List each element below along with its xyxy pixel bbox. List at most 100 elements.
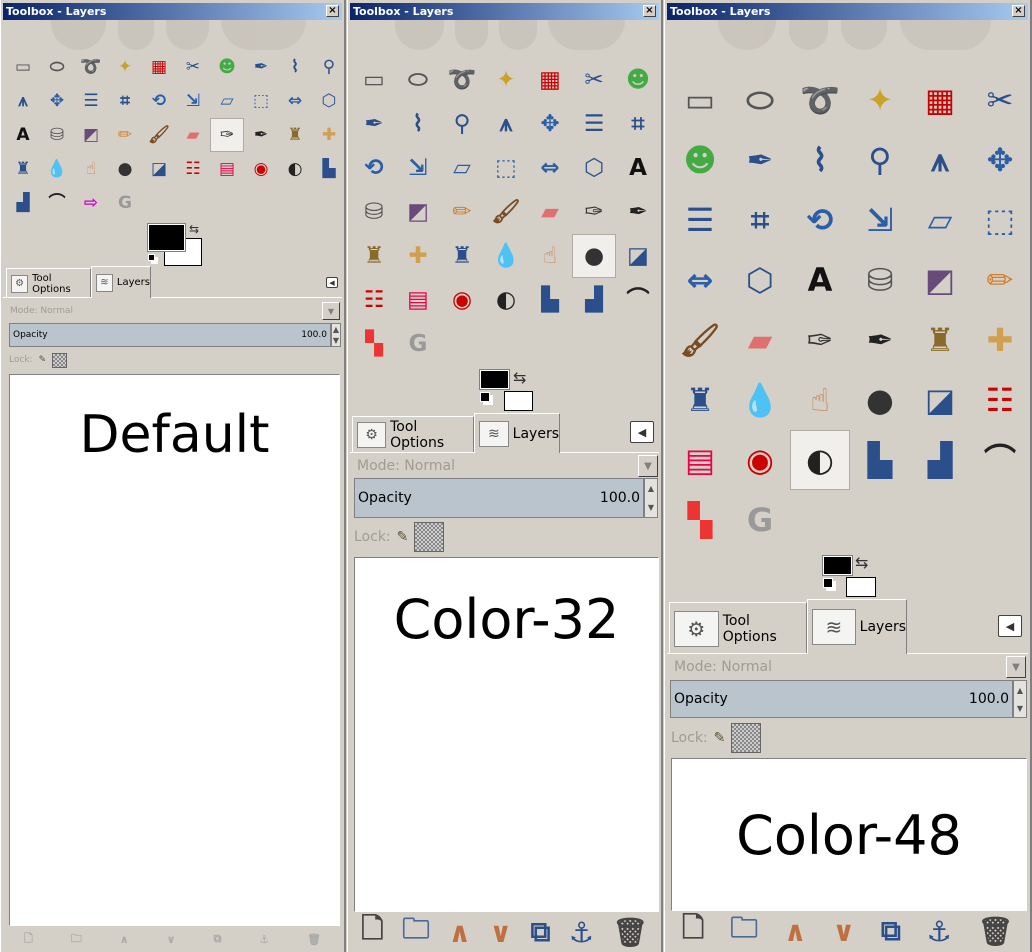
gegl-tool-icon[interactable]: G xyxy=(396,322,440,366)
raise-layer-icon[interactable]: ∧ xyxy=(784,915,807,948)
crop-tool-icon[interactable]: ⌗ xyxy=(730,190,790,250)
paths-tool-icon[interactable]: ✒ xyxy=(244,50,278,84)
eraser-tool-icon[interactable]: ▰ xyxy=(528,190,572,234)
curves-tool-icon[interactable]: ⌒ xyxy=(40,186,74,220)
eraser-tool-icon[interactable]: ▰ xyxy=(730,310,790,370)
align-tool-icon[interactable]: ☰ xyxy=(74,84,108,118)
heal-tool-icon[interactable]: ✚ xyxy=(396,234,440,278)
text-tool-icon[interactable]: A xyxy=(6,118,40,152)
free-select-tool-icon[interactable]: ➰ xyxy=(440,58,484,102)
gegl-tool-icon[interactable]: G xyxy=(108,186,142,220)
eraser-tool-icon[interactable]: ▰ xyxy=(176,118,210,152)
free-select-tool-icon[interactable]: ➰ xyxy=(790,70,850,130)
move-tool-icon[interactable]: ✥ xyxy=(970,130,1030,190)
new-layer-group-icon[interactable]: 🗀 xyxy=(71,930,82,949)
pencil-tool-icon[interactable]: ✏ xyxy=(440,190,484,234)
new-layer-icon[interactable]: 🗋 xyxy=(24,930,33,949)
desaturate-tool-icon[interactable]: ◪ xyxy=(142,152,176,186)
paintbrush-tool-icon[interactable]: 🖌 xyxy=(670,310,730,370)
colorize-tool-icon[interactable]: ◉ xyxy=(730,430,790,490)
delete-layer-icon[interactable]: 🗑 xyxy=(978,915,1014,948)
title-bar[interactable]: Toolbox - Layers × xyxy=(350,3,659,20)
crop-tool-icon[interactable]: ⌗ xyxy=(616,102,660,146)
background-color-swatch[interactable] xyxy=(846,577,876,597)
opacity-spinner[interactable]: ▲ ▼ xyxy=(1013,680,1027,718)
blend-tool-icon[interactable]: ◩ xyxy=(910,250,970,310)
bucket-fill-tool-icon[interactable]: ⛁ xyxy=(40,118,74,152)
dodge-burn-tool-icon[interactable]: ● xyxy=(108,152,142,186)
mode-dropdown-button[interactable]: ▼ xyxy=(638,455,658,477)
opacity-slider[interactable]: Opacity 100.0 xyxy=(354,478,644,518)
measure-tool-icon[interactable]: ⩚ xyxy=(910,130,970,190)
posterize-tool-icon[interactable]: ▚ xyxy=(670,490,730,550)
tab-layers[interactable]: ≋ Layers xyxy=(807,599,907,654)
default-colors-icon[interactable] xyxy=(823,578,833,588)
brightness-contrast-tool-icon[interactable]: ◐ xyxy=(790,430,850,490)
layers-list[interactable]: Color-32 xyxy=(354,557,659,912)
title-bar[interactable]: Toolbox - Layers × xyxy=(667,3,1028,20)
color-balance-tool-icon[interactable]: ☷ xyxy=(176,152,210,186)
zoom-tool-icon[interactable]: ⚲ xyxy=(850,130,910,190)
select-by-color-tool-icon[interactable]: ▦ xyxy=(142,50,176,84)
blur-tool-icon[interactable]: 💧 xyxy=(484,234,528,278)
new-layer-icon[interactable]: 🗋 xyxy=(682,907,705,952)
threshold-tool-icon[interactable]: ▙ xyxy=(528,278,572,322)
perspective-clone-tool-icon[interactable]: ♜ xyxy=(670,370,730,430)
colorize-tool-icon[interactable]: ◉ xyxy=(440,278,484,322)
close-button[interactable]: × xyxy=(326,5,339,17)
lock-pixels-icon[interactable]: ✎ xyxy=(39,355,47,365)
smudge-tool-icon[interactable]: ☝ xyxy=(74,152,108,186)
foreground-select-tool-icon[interactable]: ☻ xyxy=(616,58,660,102)
dock-menu-button[interactable]: ◀ xyxy=(998,615,1022,637)
dock-menu-button[interactable]: ◀ xyxy=(630,421,654,443)
colorize-tool-icon[interactable]: ◉ xyxy=(244,152,278,186)
duplicate-layer-icon[interactable]: ⧉ xyxy=(881,914,901,948)
zoom-tool-icon[interactable]: ⚲ xyxy=(440,102,484,146)
measure-tool-icon[interactable]: ⩚ xyxy=(484,102,528,146)
move-tool-icon[interactable]: ✥ xyxy=(40,84,74,118)
swap-colors-icon[interactable]: ⇆ xyxy=(855,553,868,572)
move-tool-icon[interactable]: ✥ xyxy=(528,102,572,146)
clone-tool-icon[interactable]: ♜ xyxy=(352,234,396,278)
perspective-tool-icon[interactable]: ⬚ xyxy=(484,146,528,190)
shear-tool-icon[interactable]: ▱ xyxy=(440,146,484,190)
select-by-color-tool-icon[interactable]: ▦ xyxy=(910,70,970,130)
layers-list[interactable]: Color-48 xyxy=(671,758,1027,911)
hue-saturation-tool-icon[interactable]: ▤ xyxy=(210,152,244,186)
pencil-tool-icon[interactable]: ✏ xyxy=(108,118,142,152)
rotate-tool-icon[interactable]: ⟲ xyxy=(352,146,396,190)
threshold-tool-icon[interactable]: ▙ xyxy=(850,430,910,490)
bucket-fill-tool-icon[interactable]: ⛁ xyxy=(352,190,396,234)
paintbrush-tool-icon[interactable]: 🖌 xyxy=(142,118,176,152)
foreground-color-swatch[interactable] xyxy=(479,369,510,390)
shear-tool-icon[interactable]: ▱ xyxy=(210,84,244,118)
foreground-color-swatch[interactable] xyxy=(147,223,186,252)
title-bar[interactable]: Toolbox - Layers × xyxy=(3,3,342,20)
fuzzy-select-tool-icon[interactable]: ✦ xyxy=(108,50,142,84)
swap-colors-icon[interactable]: ⇆ xyxy=(513,368,526,387)
lock-alpha-icon[interactable] xyxy=(52,352,68,368)
levels-tool-icon[interactable]: ▟ xyxy=(6,186,40,220)
lower-layer-icon[interactable]: ∨ xyxy=(489,916,512,949)
flip-tool-icon[interactable]: ⇔ xyxy=(528,146,572,190)
curves-tool-icon[interactable]: ⌒ xyxy=(616,278,660,322)
tab-tool-options[interactable]: ⚙ Tool Options xyxy=(669,602,807,654)
blur-tool-icon[interactable]: 💧 xyxy=(730,370,790,430)
opacity-slider[interactable]: Opacity 100.0 xyxy=(9,323,331,347)
perspective-clone-tool-icon[interactable]: ♜ xyxy=(440,234,484,278)
opacity-slider[interactable]: Opacity 100.0 xyxy=(670,680,1013,718)
swap-colors-icon[interactable]: ⇆ xyxy=(189,222,199,236)
heal-tool-icon[interactable]: ✚ xyxy=(970,310,1030,370)
text-tool-icon[interactable]: A xyxy=(616,146,660,190)
rect-select-tool-icon[interactable]: ▭ xyxy=(352,58,396,102)
flip-tool-icon[interactable]: ⇔ xyxy=(278,84,312,118)
airbrush-tool-icon[interactable]: ✑ xyxy=(572,190,616,234)
crop-tool-icon[interactable]: ⌗ xyxy=(108,84,142,118)
rotate-tool-icon[interactable]: ⟲ xyxy=(790,190,850,250)
align-tool-icon[interactable]: ☰ xyxy=(670,190,730,250)
ellipse-select-tool-icon[interactable]: ⬭ xyxy=(40,50,74,84)
close-button[interactable]: × xyxy=(1012,5,1025,17)
dodge-burn-tool-icon[interactable]: ● xyxy=(572,234,616,278)
ink-tool-icon[interactable]: ✒ xyxy=(616,190,660,234)
color-to-alpha-tool-icon[interactable]: ⇨ xyxy=(74,186,108,220)
